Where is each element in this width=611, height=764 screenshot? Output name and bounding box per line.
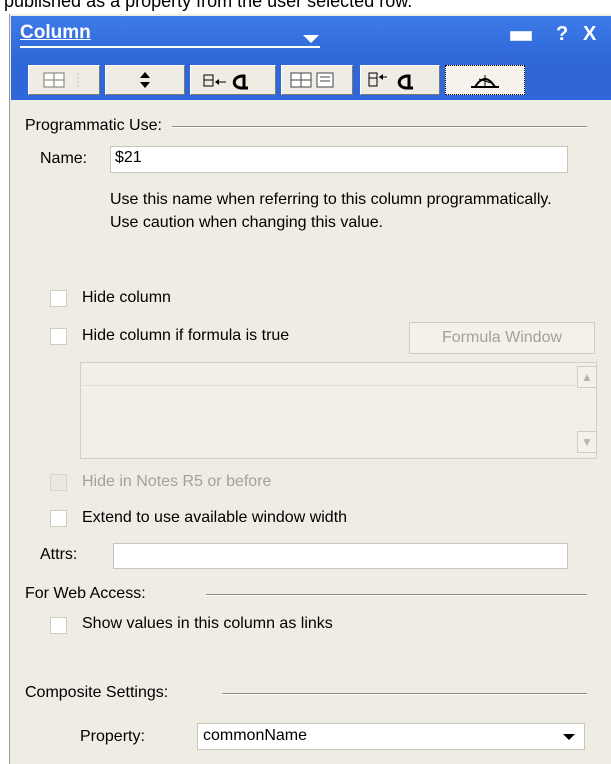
divider xyxy=(206,594,587,596)
help-icon[interactable]: ? xyxy=(556,23,568,46)
chevron-down-icon[interactable] xyxy=(563,734,575,740)
tab-column-info[interactable] xyxy=(28,65,100,95)
caption-text: published as a property from the user se… xyxy=(4,0,413,11)
tab-title-font[interactable] xyxy=(360,65,440,95)
title-underline xyxy=(20,46,320,48)
show-links-label: Show values in this column as links xyxy=(82,615,333,632)
tab-sorting[interactable] xyxy=(105,65,185,95)
name-label: Name: xyxy=(40,150,88,167)
attrs-field[interactable] xyxy=(113,543,568,569)
hide-column-label: Hide column xyxy=(82,289,171,306)
numbers-tab-icon xyxy=(290,72,334,88)
formula-window-button[interactable]: Formula Window xyxy=(409,322,595,354)
advanced-tab-icon xyxy=(471,75,499,88)
programmatic-use-heading: Programmatic Use: xyxy=(25,117,162,134)
property-select[interactable]: commonName xyxy=(197,723,585,750)
composite-settings-heading: Composite Settings: xyxy=(25,684,169,701)
web-access-heading: For Web Access: xyxy=(25,585,146,602)
minimize-bar-icon[interactable] xyxy=(510,31,532,41)
scroll-up-icon[interactable]: ▲ xyxy=(577,366,597,388)
divider xyxy=(172,126,587,128)
name-description: Use this name when referring to this col… xyxy=(110,191,552,231)
hide-r5-label: Hide in Notes R5 or before xyxy=(82,473,272,490)
name-field[interactable]: $21 xyxy=(110,146,568,173)
hide-r5-checkbox[interactable] xyxy=(50,474,67,491)
divider xyxy=(222,693,587,695)
extend-width-checkbox[interactable] xyxy=(50,510,67,527)
tab-column-font[interactable] xyxy=(190,65,276,95)
property-label: Property: xyxy=(80,728,145,745)
tab-advanced[interactable] xyxy=(445,65,525,95)
formula-line xyxy=(80,385,575,386)
column-font-tab-icon xyxy=(203,74,248,90)
hide-if-formula-checkbox[interactable] xyxy=(50,328,67,345)
hide-column-checkbox[interactable] xyxy=(50,290,67,307)
extend-width-label: Extend to use available window width xyxy=(82,509,348,526)
attrs-label: Attrs: xyxy=(40,546,78,563)
scroll-down-icon[interactable]: ▼ xyxy=(577,431,597,453)
formula-textarea[interactable] xyxy=(80,362,597,459)
window-title[interactable]: Column xyxy=(20,22,91,44)
tab-numbers[interactable] xyxy=(281,65,353,95)
chevron-down-icon[interactable] xyxy=(303,35,319,43)
hide-if-formula-label: Hide column if formula is true xyxy=(82,327,290,344)
sorting-tab-icon xyxy=(140,72,150,88)
column-info-tab-icon xyxy=(43,72,79,88)
close-icon[interactable]: X xyxy=(583,23,596,46)
show-links-checkbox[interactable] xyxy=(50,617,67,634)
title-font-tab-icon xyxy=(368,72,413,90)
